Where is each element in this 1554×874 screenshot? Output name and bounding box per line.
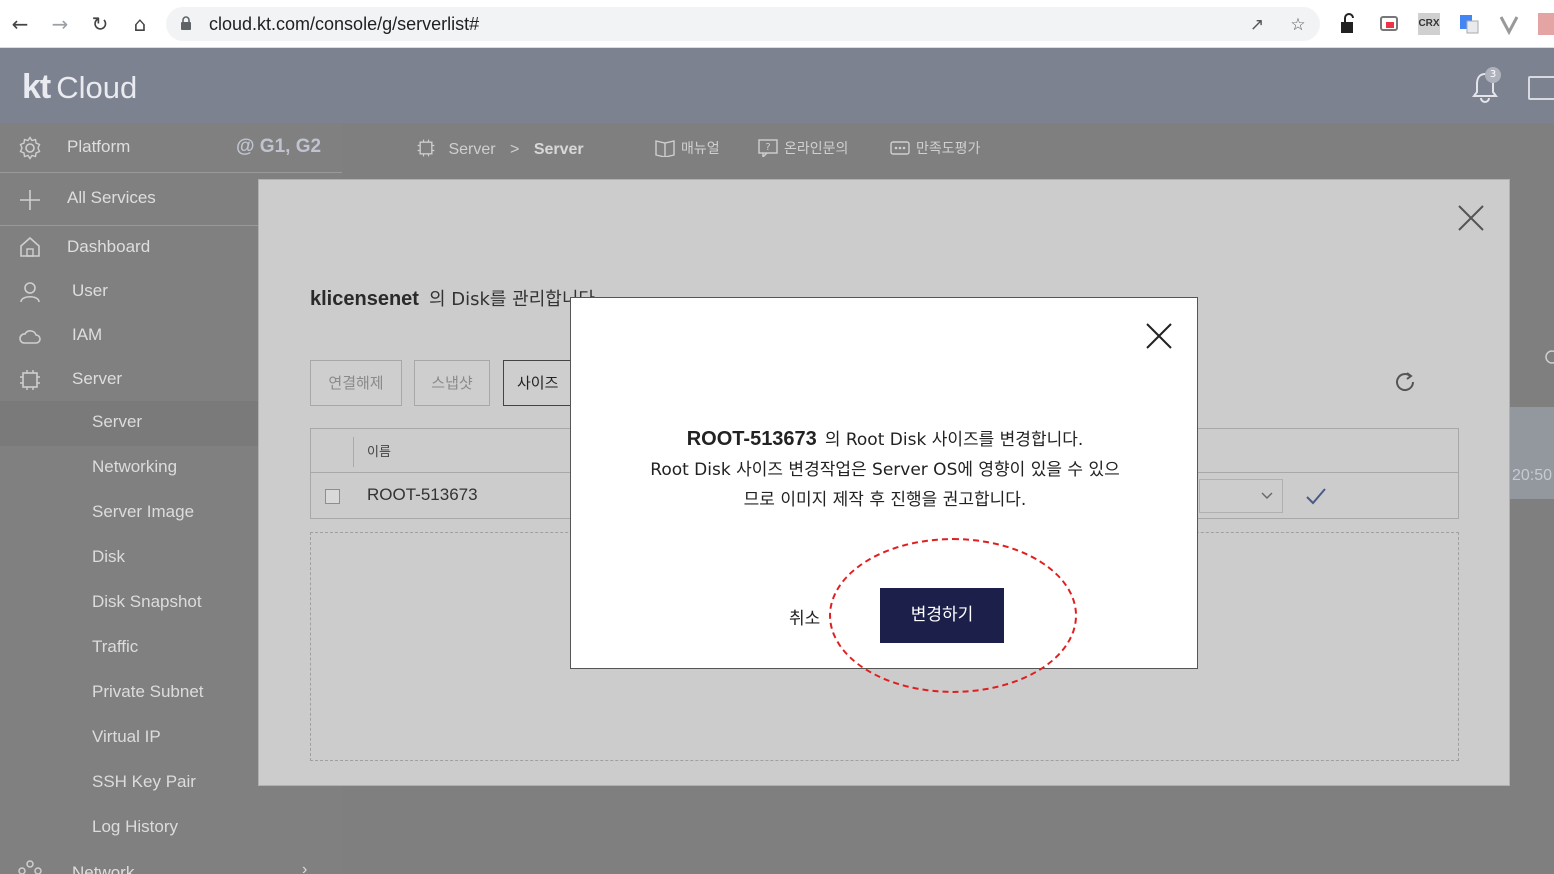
share-icon[interactable]: ↗: [1246, 14, 1268, 36]
extension-lock-icon[interactable]: [1338, 13, 1360, 35]
sidebar-item-label: User: [72, 281, 108, 300]
extension-cast-icon[interactable]: [1378, 13, 1400, 35]
column-header-name[interactable]: 이름: [367, 441, 391, 460]
chip-icon: [20, 370, 40, 390]
sidebar-item-label: Dashboard: [67, 237, 151, 256]
bookmark-star-icon[interactable]: ☆: [1287, 14, 1309, 36]
manual-link[interactable]: 매뉴얼: [655, 138, 720, 158]
extension-partial-icon[interactable]: [1538, 13, 1554, 35]
confirm-line-1: ROOT-513673 의 Root Disk 사이즈를 변경합니다.: [686, 428, 1084, 450]
snapshot-button[interactable]: 스냅샷: [414, 360, 490, 406]
forward-arrow-icon[interactable]: →: [48, 12, 72, 36]
satisfaction-survey-link[interactable]: 만족도평가: [890, 138, 980, 158]
row-checkbox[interactable]: [325, 489, 340, 504]
chip-icon: [417, 139, 435, 157]
detach-button[interactable]: 연결해제: [310, 360, 402, 406]
disk-size-select[interactable]: [1199, 479, 1283, 513]
extension-v-icon[interactable]: [1498, 13, 1520, 36]
refresh-icon[interactable]: [1393, 370, 1417, 394]
sidebar-item-label: Server: [72, 369, 123, 388]
online-inquiry-link[interactable]: ? 온라인문의: [758, 138, 848, 159]
breadcrumb-current: Server: [533, 141, 584, 158]
platform-tag[interactable]: @ G1, G2: [236, 136, 321, 158]
highlight-annotation: [829, 538, 1077, 693]
breadcrumb-separator: >: [510, 141, 520, 158]
extension-translate-icon[interactable]: [1458, 13, 1480, 35]
sidebar-item-label: Network: [72, 863, 135, 874]
cloud-icon: [19, 330, 41, 344]
home-icon: [20, 236, 40, 257]
sidebar-subitem-log-history[interactable]: Log History: [0, 806, 342, 851]
breadcrumb-root[interactable]: Server: [448, 141, 495, 158]
book-icon: [655, 140, 675, 158]
address-bar[interactable]: cloud.kt.com/console/g/serverlist# ↗ ☆: [166, 7, 1320, 41]
browser-toolbar: ← → ↻ ⌂ cloud.kt.com/console/g/serverlis…: [0, 0, 1554, 48]
confirm-line-3: 므로 이미지 제작 후 진행을 권고합니다.: [743, 490, 1027, 510]
all-services-label: All Services: [67, 188, 156, 207]
lock-icon: [181, 16, 191, 30]
close-icon[interactable]: [1457, 204, 1485, 232]
app-header: kt Cloud 3: [0, 48, 1554, 123]
more-dots-icon: [890, 141, 910, 155]
check-icon[interactable]: [1304, 484, 1328, 508]
platform-selector[interactable]: Platform @ G1, G2: [0, 123, 342, 173]
disk-name: ROOT-513673: [686, 428, 817, 450]
disk-modal-title: klicensenet 의 Disk를 관리합니다: [310, 285, 595, 311]
breadcrumb: Server > Server: [416, 138, 584, 159]
user-icon: [20, 282, 40, 303]
confirm-message: ROOT-513673 의 Root Disk 사이즈를 변경합니다. Root …: [571, 424, 1199, 515]
disk-name-cell: ROOT-513673: [367, 485, 478, 504]
column-divider: [353, 437, 354, 467]
server-name: klicensenet: [310, 288, 419, 310]
cancel-button[interactable]: 취소: [789, 604, 820, 629]
chevron-right-icon: ›: [302, 861, 308, 874]
network-icon: [18, 860, 42, 874]
background-row-highlight: [1510, 407, 1554, 499]
question-icon: ?: [758, 139, 778, 159]
window-icon[interactable]: [1528, 76, 1554, 100]
sidebar-item-label: IAM: [72, 325, 103, 344]
notification-badge: 3: [1485, 67, 1501, 83]
url-text[interactable]: cloud.kt.com/console/g/serverlist#: [209, 14, 479, 35]
search-partial-icon: [1545, 350, 1554, 364]
back-arrow-icon[interactable]: ←: [8, 12, 32, 36]
chevron-down-icon: [1261, 492, 1273, 499]
close-icon[interactable]: [1145, 322, 1173, 350]
platform-label: Platform: [67, 137, 131, 156]
home-icon[interactable]: ⌂: [128, 12, 152, 36]
svg-text:?: ?: [765, 142, 770, 153]
background-timestamp: 20:50: [1512, 467, 1553, 484]
kt-cloud-logo[interactable]: kt Cloud: [22, 68, 137, 107]
plus-icon: [20, 190, 40, 210]
reload-icon[interactable]: ↻: [88, 12, 112, 36]
extension-crx-icon[interactable]: CRX: [1418, 13, 1440, 35]
confirm-line-2: Root Disk 사이즈 변경작업은 Server OS에 영향이 있을 수 …: [650, 460, 1120, 480]
resize-button[interactable]: 사이즈변경: [503, 360, 573, 406]
gear-icon: [19, 136, 41, 160]
